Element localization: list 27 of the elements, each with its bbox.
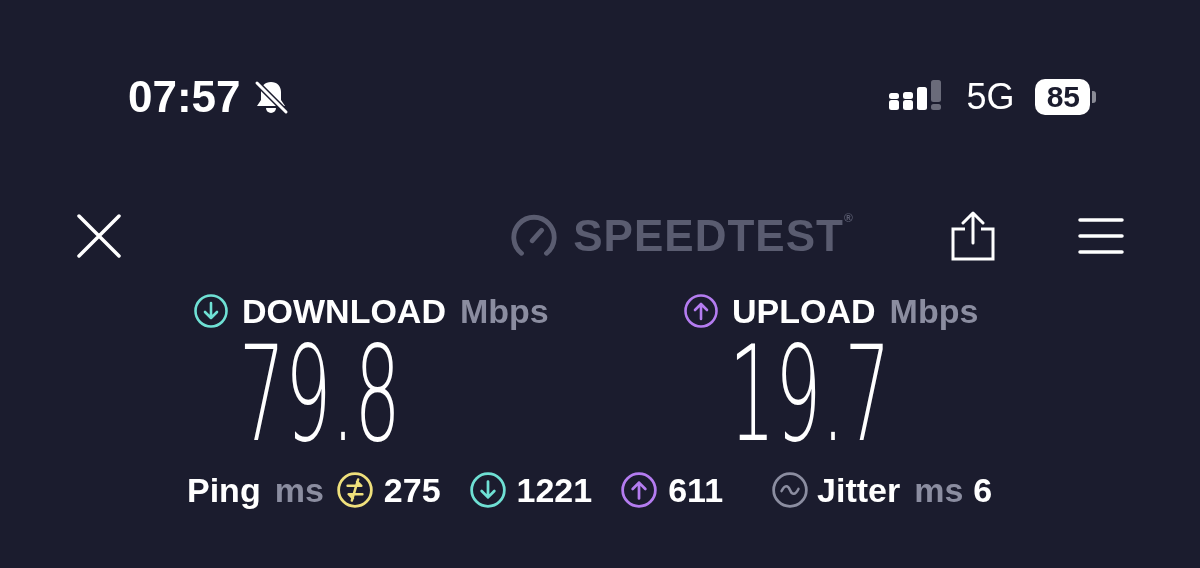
network-label: 5G: [966, 76, 1015, 118]
ping-label: Ping: [187, 470, 261, 510]
result-label: UPLOAD: [732, 291, 876, 331]
download-icon: [193, 293, 229, 329]
logo-wordmark: SPEEDTEST$^{®}$: [573, 211, 854, 261]
wave-icon: [771, 471, 810, 509]
download-icon: [468, 471, 507, 509]
exchange-icon: [335, 471, 374, 509]
unit-label: Mbps: [459, 291, 549, 331]
ping-value: 611: [668, 470, 724, 510]
speed-value: 79.8: [239, 339, 401, 449]
ping-value: 275: [383, 470, 441, 510]
upload-icon: [620, 471, 659, 509]
result-label: DOWNLOAD: [242, 291, 446, 331]
battery-indicator: 85: [1034, 79, 1096, 115]
share-icon[interactable]: [950, 211, 996, 261]
ping-value: 1221: [516, 470, 593, 510]
clock-time: 07:57: [128, 72, 241, 122]
menu-icon[interactable]: [1078, 216, 1124, 256]
jitter-value: 6: [973, 470, 993, 510]
unit-label: Mbps: [889, 291, 979, 331]
unit-label: ms: [914, 470, 964, 510]
close-icon[interactable]: [75, 212, 123, 260]
jitter-label: Jitter: [817, 470, 901, 510]
speed-value: 19.7: [729, 339, 891, 449]
upload-icon: [683, 293, 719, 329]
unit-label: ms: [274, 470, 324, 510]
